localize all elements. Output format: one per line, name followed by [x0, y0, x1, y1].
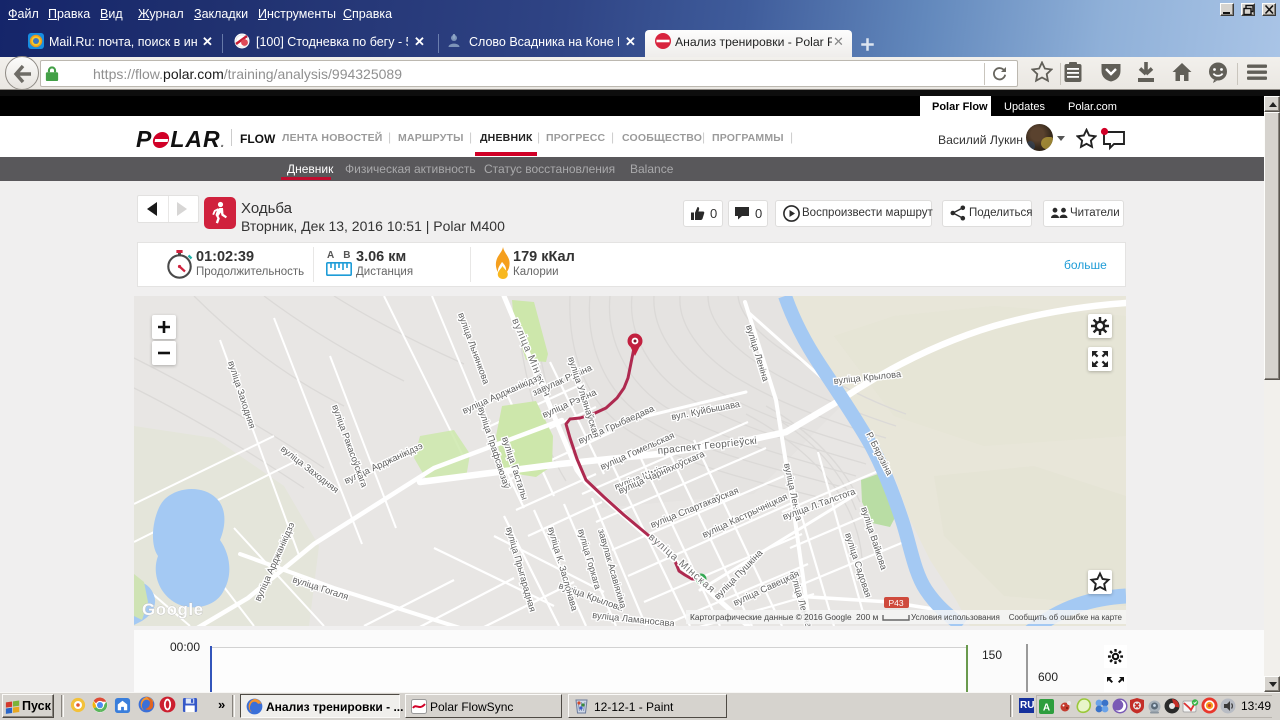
svg-text:200 м: 200 м	[856, 612, 879, 622]
svg-text:Картографические данные © 2016: Картографические данные © 2016 Google	[690, 612, 852, 622]
svg-text:Р43: Р43	[888, 598, 903, 608]
svg-text:Сообщить об ошибке на карте: Сообщить об ошибке на карте	[1009, 613, 1123, 622]
svg-text:Условия использования: Условия использования	[911, 613, 1000, 622]
svg-text:A: A	[1043, 703, 1050, 714]
svg-text:Google: Google	[142, 600, 204, 619]
